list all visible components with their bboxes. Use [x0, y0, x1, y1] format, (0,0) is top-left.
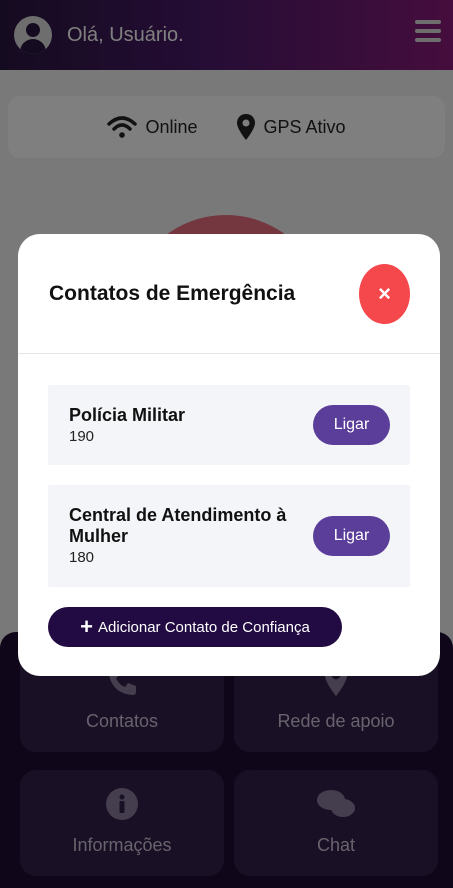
- modal-header: Contatos de Emergência ×: [18, 234, 440, 354]
- contact-name: Central de Atendimento à Mulher: [69, 505, 287, 546]
- call-button[interactable]: Ligar: [313, 516, 390, 556]
- close-button[interactable]: ×: [359, 264, 410, 324]
- contact-card: Polícia Militar 190 Ligar: [48, 385, 410, 465]
- add-trusted-contact-button[interactable]: + Adicionar Contato de Confiança: [48, 607, 342, 647]
- emergency-contacts-modal: Contatos de Emergência × Polícia Militar…: [18, 234, 440, 676]
- add-contact-label: Adicionar Contato de Confiança: [98, 618, 310, 636]
- contact-phone: 180: [69, 549, 95, 566]
- contact-name: Polícia Militar: [69, 405, 186, 425]
- modal-title: Contatos de Emergência: [49, 282, 296, 305]
- plus-icon: +: [80, 614, 94, 639]
- contact-card: Central de Atendimento à Mulher 180 Liga…: [48, 485, 410, 587]
- contact-phone: 190: [69, 428, 95, 445]
- call-button[interactable]: Ligar: [313, 405, 390, 445]
